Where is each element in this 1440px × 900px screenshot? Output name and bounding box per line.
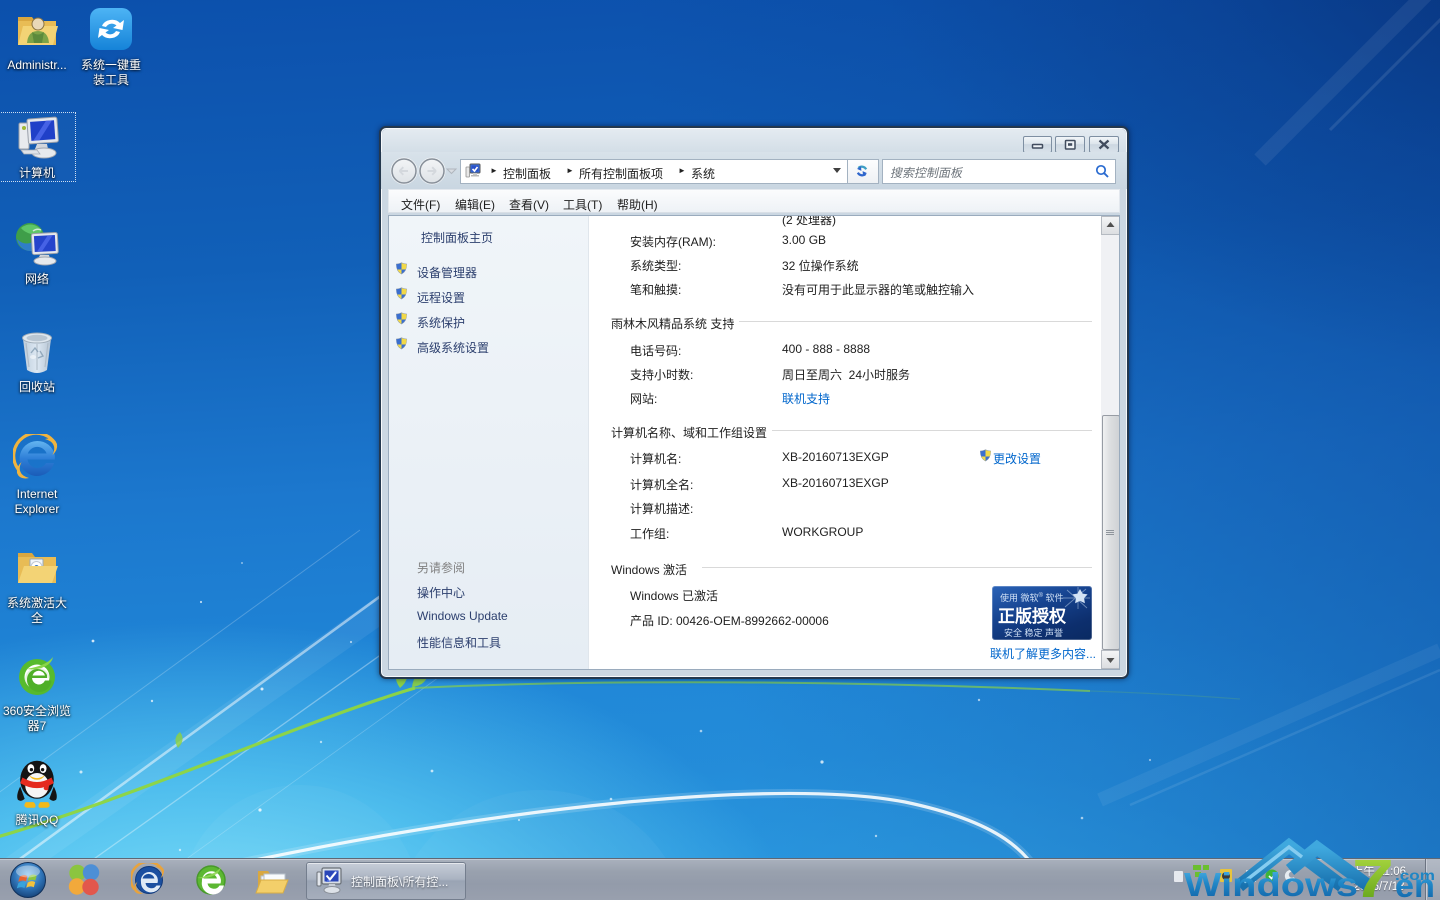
svg-text:7: 7: [1352, 849, 1394, 900]
svg-text:Windows: Windows: [1184, 866, 1358, 900]
svg-text:.com: .com: [1395, 867, 1435, 883]
